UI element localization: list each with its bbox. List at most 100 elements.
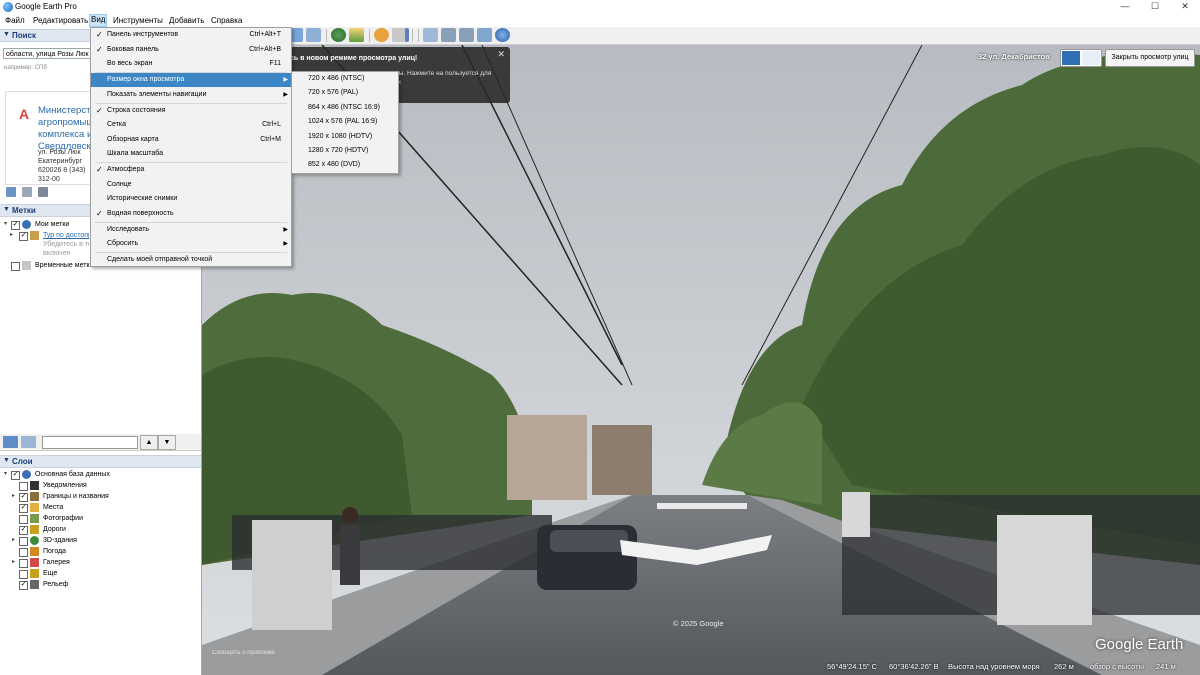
expand-icon[interactable]: ▸ (10, 493, 17, 500)
checkbox[interactable]: ✓ (19, 493, 28, 502)
layer-row[interactable]: Фотографии (0, 513, 200, 524)
arrow-up-icon[interactable]: ▲ (140, 435, 158, 450)
maximize-button[interactable]: ☐ (1140, 0, 1170, 14)
view-menu-item[interactable]: ✓ Боковая панель Ctrl+Alt+B (91, 43, 291, 57)
email-icon[interactable] (423, 28, 438, 42)
view-size-option[interactable]: 852 x 480 (DVD) (308, 158, 360, 172)
sun-icon[interactable] (349, 28, 364, 42)
layer-row[interactable]: Погода (0, 546, 200, 557)
layer-row[interactable]: ▾ ✓ Основная база данных (0, 469, 200, 480)
menu-tools[interactable]: Инструменты (113, 16, 163, 25)
view-size-option[interactable]: 720 x 486 (NTSC) (308, 72, 364, 86)
layer-row[interactable]: ▸ 3D-здания (0, 535, 200, 546)
expand-icon[interactable]: ▸ (8, 232, 15, 239)
search-layers-icon[interactable] (3, 436, 18, 448)
layer-row[interactable]: Уведомления (0, 480, 200, 491)
layers-panel-header[interactable]: ▼ Слои (0, 455, 201, 468)
arrow-down-icon[interactable]: ▼ (158, 435, 176, 450)
view-size-option[interactable]: 720 x 576 (PAL) (308, 86, 358, 100)
street-view-toggle[interactable] (1060, 49, 1102, 67)
menu-file[interactable]: Файл (5, 16, 25, 25)
view-size-option[interactable]: 1280 x 720 (HDTV) (308, 144, 368, 158)
view-menu-item[interactable]: Размер окна просмотра ▶ (91, 73, 291, 87)
ground-view-icon[interactable] (1082, 51, 1100, 65)
collapse-icon[interactable]: ▼ (3, 457, 10, 464)
sidebar-toggle-icon[interactable] (405, 28, 409, 42)
checkbox[interactable] (19, 537, 28, 546)
menu-item-label: Показать элементы навигации (107, 90, 207, 98)
layer-row[interactable]: ✓ Места (0, 502, 200, 513)
menu-view[interactable]: Вид (88, 14, 108, 27)
layers-search-input[interactable] (42, 436, 138, 449)
checkbox[interactable]: ✓ (19, 581, 28, 590)
checkbox[interactable]: ✓ (19, 504, 28, 513)
expand-icon[interactable]: ▸ (10, 559, 17, 566)
view-menu-item[interactable]: ✓ Атмосфера (91, 163, 291, 177)
view-menu-item[interactable]: ✓ Строка состояния (91, 104, 291, 118)
view-menu-item[interactable]: Сбросить ▶ (91, 237, 291, 251)
checkbox[interactable] (19, 515, 28, 524)
report-problem-link[interactable]: Сообщить о проблеме (212, 650, 275, 656)
layer-row[interactable]: ✓ Рельеф (0, 579, 200, 590)
view-menu-item[interactable]: Солнце (91, 178, 291, 192)
checkbox[interactable]: ✓ (11, 221, 20, 230)
view-menu-item[interactable]: Сетка Ctrl+L (91, 118, 291, 132)
close-icon[interactable]: ✕ (497, 49, 505, 60)
view-menu-item[interactable]: Шкала масштаба (91, 147, 291, 161)
search-hint: например: СПб (4, 65, 47, 71)
show-historical-icon[interactable] (306, 28, 321, 42)
close-window-button[interactable]: ✕ (1170, 0, 1200, 14)
view-menu-item[interactable]: Исторические снимки (91, 192, 291, 206)
expand-icon[interactable]: ▾ (2, 471, 9, 478)
title-bar: Google Earth Pro — ☐ ✕ (0, 0, 1200, 15)
checkbox[interactable] (11, 262, 20, 271)
view-in-maps-icon[interactable] (477, 28, 492, 42)
collapse-icon[interactable]: ▼ (3, 31, 10, 38)
view-menu-item[interactable]: ✓ Водная поверхность (91, 207, 291, 221)
checkbox[interactable] (19, 548, 28, 557)
checkbox[interactable]: ✓ (19, 526, 28, 535)
layer-row[interactable]: Еще (0, 568, 200, 579)
pegman-icon[interactable] (1062, 51, 1080, 65)
menu-help[interactable]: Справка (211, 16, 242, 25)
menu-item-label: Панель инструментов (107, 31, 179, 38)
view-size-option[interactable]: 864 x 486 (NTSC 16:9) (308, 101, 380, 115)
expand-icon[interactable]: ▾ (2, 221, 9, 228)
tooltip-title: сь в новом режиме просмотра улиц! (290, 55, 418, 62)
checkbox[interactable] (19, 559, 28, 568)
menu-item-label: Строка состояния (107, 106, 166, 114)
collapse-icon[interactable]: ▼ (3, 206, 10, 213)
menu-edit[interactable]: Редактировать (33, 16, 88, 25)
sky-icon[interactable] (374, 28, 389, 42)
roads-icon (30, 525, 39, 534)
copy-icon[interactable] (22, 187, 32, 197)
view-menu-item[interactable]: Обзорная карта Ctrl+M (91, 133, 291, 147)
save-image-icon[interactable] (459, 28, 474, 42)
print-icon[interactable] (441, 28, 456, 42)
menu-add[interactable]: Добавить (169, 16, 204, 25)
layer-row[interactable]: ▸ ✓ Границы и названия (0, 491, 200, 502)
print-results-icon[interactable] (38, 187, 48, 197)
status-elevation-label: Высота над уровнем моря (948, 662, 1040, 671)
places-folder-icon (22, 220, 31, 229)
result-title[interactable]: Министерство агропромышленного комплекса… (38, 105, 98, 153)
view-menu-item[interactable]: Сделать моей отправной точкой (91, 253, 291, 267)
layer-row[interactable]: ▸ Галерея (0, 557, 200, 568)
planet-icon[interactable] (331, 28, 346, 42)
view-menu-item[interactable]: Исследовать ▶ (91, 223, 291, 237)
close-street-view-button[interactable]: Закрыть просмотр улиц (1105, 49, 1195, 67)
checkbox[interactable] (19, 570, 28, 579)
view-menu-item[interactable]: Показать элементы навигации ▶ (91, 88, 291, 102)
layer-row[interactable]: ✓ Дороги (0, 524, 200, 535)
view-size-option[interactable]: 1920 x 1080 (HDTV) (308, 130, 372, 144)
layers-view-icon[interactable] (21, 436, 36, 448)
expand-icon[interactable]: ▸ (10, 537, 17, 544)
minimize-button[interactable]: — (1110, 0, 1140, 14)
add-folder-icon[interactable] (6, 187, 16, 197)
view-size-option[interactable]: 1024 x 576 (PAL 16:9) (308, 115, 377, 129)
view-menu-item[interactable]: Во весь экран F11 (91, 57, 291, 71)
earth-gallery-icon[interactable] (495, 28, 510, 42)
checkbox[interactable]: ✓ (11, 471, 20, 480)
checkbox[interactable] (19, 482, 28, 491)
view-menu-item[interactable]: ✓ Панель инструментов Ctrl+Alt+T (91, 28, 291, 42)
